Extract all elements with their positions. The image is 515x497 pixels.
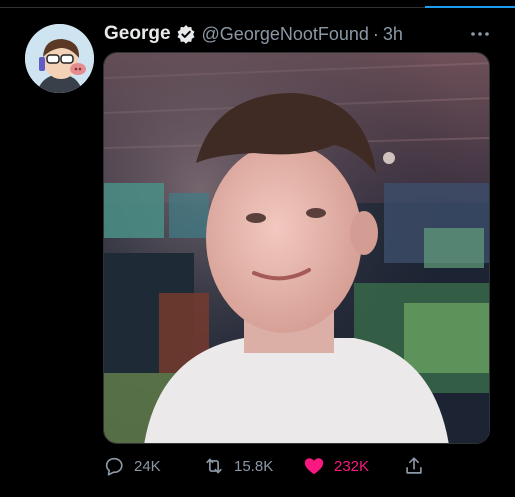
author-handle[interactable]: @GeorgeNootFound bbox=[202, 24, 369, 45]
retweet-icon bbox=[206, 458, 222, 474]
active-tab-indicator bbox=[425, 6, 515, 8]
reply-icon bbox=[105, 457, 123, 476]
photo-portrait bbox=[104, 53, 489, 443]
share-button[interactable] bbox=[403, 453, 425, 479]
share-icon bbox=[406, 457, 422, 474]
tweet-header: George @GeorgeNootFound · 3h bbox=[104, 22, 403, 46]
avatar[interactable] bbox=[25, 24, 94, 93]
reply-button[interactable]: 24K bbox=[103, 453, 161, 479]
like-button[interactable]: 232K bbox=[303, 453, 369, 479]
retweet-button[interactable]: 15.8K bbox=[203, 453, 273, 479]
author-name[interactable]: George bbox=[104, 23, 171, 45]
tweet-timestamp[interactable]: 3h bbox=[383, 24, 403, 45]
reply-count: 24K bbox=[134, 457, 161, 475]
retweet-count: 15.8K bbox=[234, 457, 274, 475]
more-horizontal-icon bbox=[471, 32, 489, 36]
tweet-actions: 24K 15.8K 232K bbox=[103, 453, 433, 479]
avatar-image bbox=[25, 24, 94, 93]
more-options-button[interactable] bbox=[468, 24, 492, 44]
verified-badge-icon bbox=[176, 24, 196, 44]
heart-icon bbox=[304, 458, 324, 475]
separator-dot: · bbox=[372, 23, 379, 44]
tweet-photo[interactable] bbox=[103, 52, 490, 444]
like-count: 232K bbox=[334, 457, 370, 475]
